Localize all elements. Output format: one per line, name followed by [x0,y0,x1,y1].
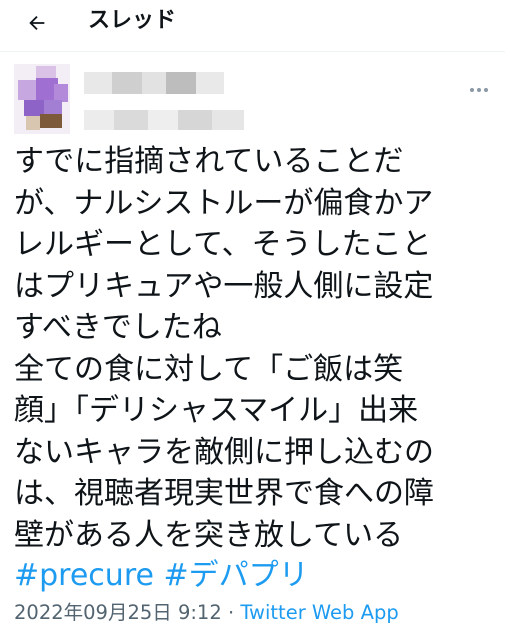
timestamp[interactable]: 2022年09月25日 9:12 [14,601,222,624]
author-handle-redacted[interactable] [84,110,244,130]
tweet-line: レルギーとして、そうしたこと [14,227,432,262]
more-options-icon[interactable] [467,80,491,100]
tweet-line: は、視聴者現実世界で食への障 [14,476,434,511]
tweet-line: すでに指摘されていることだ [14,144,404,179]
source-link[interactable]: Twitter Web App [240,601,398,624]
tweet-text: すでに指摘されていることだ が、ナルシストルーが偏食かア レルギーとして、そうし… [14,141,498,556]
hashtag-link-precure[interactable]: #precure [14,558,154,593]
tweet-line: すべきでしたね [14,310,222,345]
page-title: スレッド [88,8,177,33]
tweet-line: 全ての食に対して「ご飯は笑 [14,351,404,387]
tweet-line: 壁がある人を突き放している [14,517,404,553]
header-divider [0,51,505,52]
hashtag-row: #precure #デパプリ [14,555,309,596]
tweet-line: ないキャラを敵側に押し込むの [14,434,434,470]
tweet-line: 顔」「デリシャスマイル」出来 [14,393,419,428]
tweet-line: が、ナルシストルーが偏食かア [14,185,434,221]
tweet-meta: 2022年09月25日 9:12 · Twitter Web App [14,599,399,627]
avatar[interactable] [14,64,70,134]
top-bar: スレッド [0,0,505,52]
author-name-redacted[interactable] [84,72,224,94]
tweet-line: はプリキュアや一般人側に設定 [14,268,434,304]
arrow-left-icon [29,15,45,31]
back-button[interactable] [22,8,52,38]
meta-separator: · [227,601,235,624]
hashtag-link-depapuri[interactable]: #デパプリ [164,558,309,593]
